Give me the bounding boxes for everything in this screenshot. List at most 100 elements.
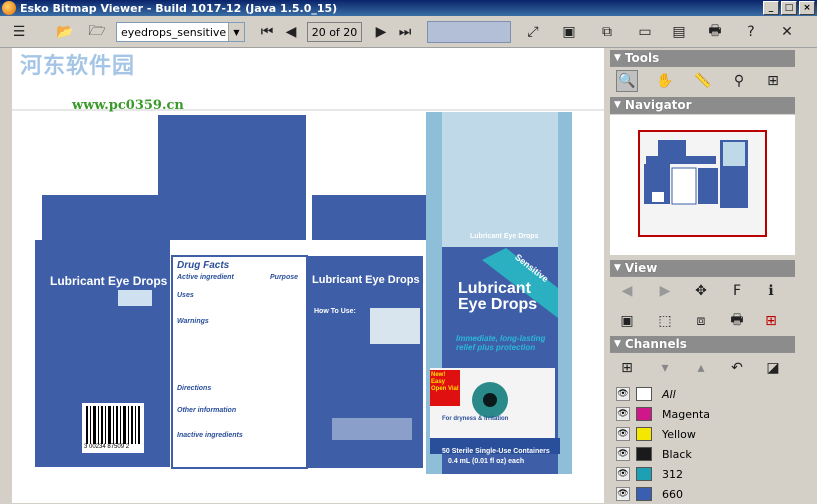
- help-icon[interactable]: ?: [740, 21, 762, 43]
- measure-tool-icon[interactable]: 📏: [692, 70, 714, 92]
- collapse-icon: ▼: [614, 100, 621, 110]
- title-bar: Esko Bitmap Viewer - Build 1017-12 (Java…: [0, 0, 817, 16]
- uses-label: Uses: [177, 292, 194, 299]
- navigator-viewport[interactable]: [638, 130, 767, 237]
- other-info-label: Other information: [177, 407, 237, 414]
- window-title: Esko Bitmap Viewer - Build 1017-12 (Java…: [20, 1, 338, 15]
- inactive-label: Inactive ingredients: [177, 432, 243, 439]
- zoom-fit-icon[interactable]: ⤢: [522, 21, 544, 43]
- channels-header[interactable]: ▼ Channels: [610, 336, 795, 353]
- channel-name: 312: [662, 467, 683, 481]
- navigator-header[interactable]: ▼ Navigator: [610, 97, 795, 114]
- crop-icon[interactable]: ⬚: [654, 310, 676, 332]
- print-icon[interactable]: 🖶: [704, 21, 726, 43]
- channel-swatch: [636, 407, 652, 421]
- first-page-icon[interactable]: ⏮: [256, 21, 278, 43]
- drug-facts-title: Drug Facts: [177, 260, 230, 271]
- eyedropper-tool-icon[interactable]: ⚲: [728, 70, 750, 92]
- for-dryness-label: For dryness & irritation: [442, 416, 509, 422]
- eye-icon[interactable]: 👁: [616, 447, 630, 461]
- front-bottom-text: 50 Sterile Single-Use Containers: [442, 448, 550, 455]
- collapse-icon: ▼: [614, 263, 621, 273]
- eye-icon[interactable]: 👁: [616, 427, 630, 441]
- navigator-thumbnail: [644, 140, 748, 208]
- chevron-down-icon[interactable]: ▼: [228, 23, 244, 41]
- channel-swatch: [636, 447, 652, 461]
- open-file-icon[interactable]: 📂: [54, 21, 76, 43]
- page-indicator: 20 of 20: [307, 22, 362, 42]
- channel-row[interactable]: 👁 Yellow: [610, 424, 795, 444]
- print-preview-icon[interactable]: 🖶: [726, 310, 748, 332]
- channel-row[interactable]: 👁 Black: [610, 444, 795, 464]
- watermark: 河东软件园 www.pc0359.cn: [12, 48, 242, 118]
- channel-swatch: [636, 387, 652, 401]
- fit-window-icon[interactable]: ▣: [616, 310, 638, 332]
- close-icon[interactable]: ✕: [776, 21, 798, 43]
- previous-page-icon[interactable]: ◀: [280, 21, 302, 43]
- collapse-icon: ▼: [614, 339, 621, 349]
- app-icon: [2, 1, 16, 15]
- channel-swatch: [636, 467, 652, 481]
- front-title-line2: Eye Drops: [458, 296, 538, 313]
- directions-label: Directions: [177, 385, 212, 392]
- frame-icon[interactable]: ▭: [634, 21, 656, 43]
- back-view-icon[interactable]: ◀: [616, 280, 638, 302]
- menu-icon[interactable]: ☰: [8, 21, 30, 43]
- channel-grid-icon[interactable]: ⊞: [616, 357, 638, 379]
- flip-icon[interactable]: F: [726, 280, 748, 302]
- left-ruler: [0, 48, 12, 503]
- separations-icon[interactable]: ▣: [558, 21, 580, 43]
- collapse-icon: ▼: [614, 53, 621, 63]
- active-ingredient-label: Active ingredient: [177, 274, 234, 281]
- left-panel-title: Lubricant Eye Drops: [50, 274, 168, 288]
- undo-icon[interactable]: ↶: [726, 357, 748, 379]
- channel-swatch: [636, 487, 652, 501]
- contrast-icon[interactable]: ◪: [762, 357, 784, 379]
- channel-name: All: [662, 387, 676, 401]
- watermark-url: www.pc0359.cn: [72, 98, 184, 113]
- image-canvas[interactable]: Lubricant Eye Drops Drug Facts Active in…: [12, 48, 604, 503]
- channel-row[interactable]: 👁 660: [610, 484, 795, 504]
- tools-header[interactable]: ▼ Tools: [610, 50, 795, 67]
- next-page-icon[interactable]: ▶: [370, 21, 392, 43]
- folder-icon[interactable]: 🗁: [86, 21, 108, 43]
- right-panel-title: Lubricant Eye Drops: [312, 274, 420, 286]
- front-bottom-text-2: 0.4 mL (0.01 fl oz) each: [448, 458, 525, 465]
- last-page-icon[interactable]: ⏭: [394, 21, 416, 43]
- top-flap: [158, 115, 306, 195]
- info-icon[interactable]: ℹ: [760, 280, 782, 302]
- channel-name: Black: [662, 447, 692, 461]
- how-to-use-label: How To Use:: [314, 308, 356, 315]
- view-header[interactable]: ▼ View: [610, 260, 795, 277]
- eye-icon[interactable]: 👁: [616, 407, 630, 421]
- channel-up-icon[interactable]: ▴: [690, 357, 712, 379]
- channel-name: Magenta: [662, 407, 711, 421]
- rotate-icon[interactable]: ✥: [690, 280, 712, 302]
- grid-overlay-icon[interactable]: ⊞: [760, 310, 782, 332]
- channel-row[interactable]: 👁 Magenta: [610, 404, 795, 424]
- channel-name: 660: [662, 487, 683, 501]
- compare-icon[interactable]: ⧉: [596, 21, 618, 43]
- hand-tool-icon[interactable]: ✋: [654, 70, 676, 92]
- forward-view-icon[interactable]: ▶: [654, 280, 676, 302]
- channel-down-icon[interactable]: ▾: [654, 357, 676, 379]
- channel-row[interactable]: 👁 312: [610, 464, 795, 484]
- purpose-label: Purpose: [270, 274, 299, 281]
- stack-icon[interactable]: ▤: [668, 21, 690, 43]
- zoom-tool-icon[interactable]: 🔍: [616, 70, 638, 92]
- layers-icon[interactable]: ⧈: [690, 310, 712, 332]
- channel-row[interactable]: 👁 All: [610, 384, 795, 404]
- channel-swatch: [636, 427, 652, 441]
- grid-tool-icon[interactable]: ⊞: [762, 70, 784, 92]
- eye-icon[interactable]: 👁: [616, 467, 630, 481]
- minimize-button[interactable]: _: [763, 1, 779, 15]
- maximize-button[interactable]: □: [781, 1, 797, 15]
- warnings-label: Warnings: [177, 318, 209, 325]
- eye-icon[interactable]: 👁: [616, 487, 630, 501]
- close-window-button[interactable]: ×: [799, 1, 815, 15]
- main-toolbar: ☰ 📂 🗁 eyedrops_sensitive ▼ ⏮ ◀ 20 of 20 …: [0, 16, 817, 48]
- barcode-number: 3 00234 87509 2: [84, 444, 130, 450]
- eye-icon[interactable]: 👁: [616, 387, 630, 401]
- file-select[interactable]: eyedrops_sensitive ▼: [116, 22, 245, 42]
- watermark-chinese: 河东软件园: [20, 54, 136, 79]
